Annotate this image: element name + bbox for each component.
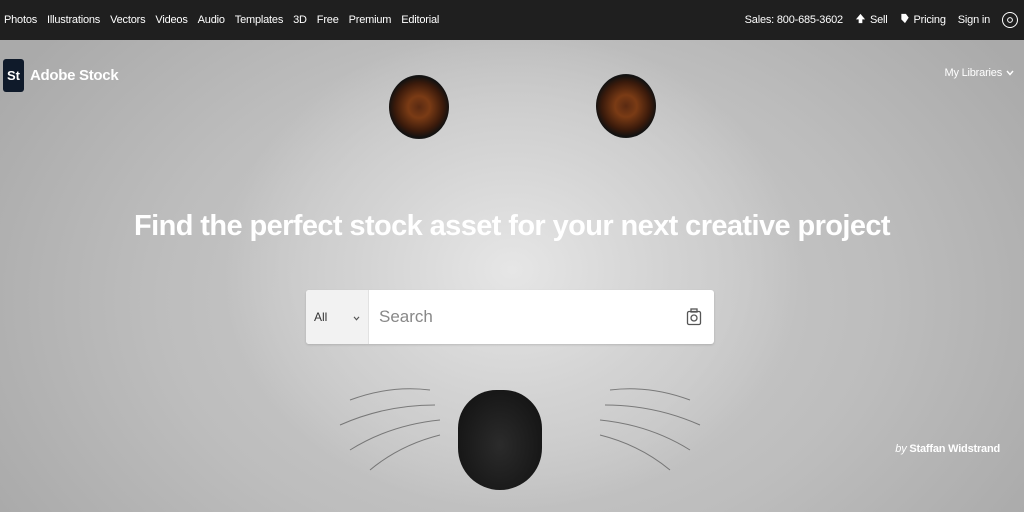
chevron-down-icon (1006, 67, 1014, 79)
fox-left-eye (389, 75, 449, 139)
credit-author: Staffan Widstrand (909, 443, 1000, 455)
fox-right-eye (596, 74, 656, 138)
camera-icon[interactable] (674, 290, 714, 344)
nav-audio[interactable]: Audio (198, 14, 225, 26)
chevron-down-icon (353, 310, 360, 324)
nav-vectors[interactable]: Vectors (110, 14, 145, 26)
pricing-link[interactable]: Pricing (900, 13, 946, 27)
page-headline: Find the perfect stock asset for your ne… (134, 210, 891, 242)
nav-templates[interactable]: Templates (235, 14, 284, 26)
sell-label: Sell (869, 14, 888, 26)
brand-name: Adobe Stock (30, 67, 119, 84)
sell-icon (855, 13, 866, 27)
brand[interactable]: St Adobe Stock (3, 59, 119, 92)
sell-link[interactable]: Sell (855, 13, 888, 27)
sales-phone: Sales: 800-685-3602 (744, 14, 844, 26)
fox-nose (458, 390, 542, 490)
photo-credit[interactable]: by Staffan Widstrand (895, 443, 1000, 455)
credit-prefix: by (895, 443, 907, 455)
nav-editorial[interactable]: Editorial (401, 14, 439, 26)
search-input[interactable] (369, 290, 674, 344)
sign-in-link[interactable]: Sign in (958, 14, 990, 26)
nav-illustrations[interactable]: Illustrations (47, 14, 100, 26)
nav-3d[interactable]: 3D (293, 14, 307, 26)
pricing-tag-icon (900, 13, 910, 27)
adobe-stock-logo: St (3, 59, 24, 92)
hero-image (0, 40, 1024, 512)
my-libraries-label: My Libraries (944, 67, 1002, 79)
search-scope-select[interactable]: All (306, 290, 369, 344)
pricing-label: Pricing (913, 14, 946, 26)
my-libraries-menu[interactable]: My Libraries (944, 67, 1014, 79)
top-nav: Photos Illustrations Vectors Videos Audi… (4, 14, 439, 26)
nav-photos[interactable]: Photos (4, 14, 37, 26)
nav-videos[interactable]: Videos (155, 14, 187, 26)
search-bar: All (306, 290, 714, 344)
search-scope-value: All (314, 310, 328, 324)
top-right: Sales: 800-685-3602 Sell Pricing Sign in (745, 12, 1018, 28)
nav-free[interactable]: Free (317, 14, 339, 26)
top-bar: Photos Illustrations Vectors Videos Audi… (0, 0, 1024, 40)
nav-premium[interactable]: Premium (349, 14, 392, 26)
globe-icon[interactable] (1002, 12, 1018, 28)
